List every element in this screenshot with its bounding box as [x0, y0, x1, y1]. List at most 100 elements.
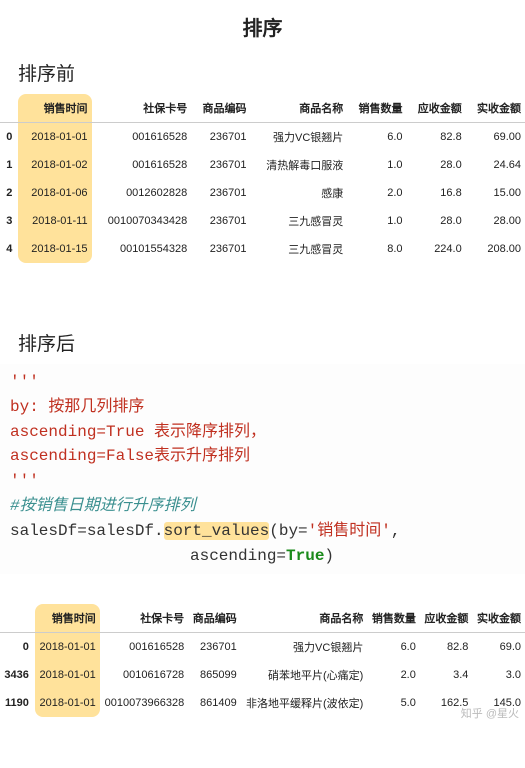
cell-card: 001616528	[92, 123, 192, 152]
cell-qty: 6.0	[367, 633, 420, 662]
cell-card: 00101554328	[92, 235, 192, 263]
code-docstring-open: '''	[10, 373, 39, 391]
cell-qty: 2.0	[367, 661, 420, 689]
cell-time: 2018-01-15	[18, 235, 91, 263]
col-index	[0, 604, 35, 633]
cell-code: 236701	[188, 633, 241, 662]
cell-idx: 3	[0, 207, 18, 235]
cell-paid: 24.64	[466, 151, 525, 179]
cell-due: 224.0	[407, 235, 466, 263]
section-after-title: 排序后	[18, 329, 525, 356]
col-code: 商品编码	[188, 604, 241, 633]
cell-name: 三九感冒灵	[250, 235, 347, 263]
col-time: 销售时间	[35, 604, 100, 633]
cell-paid: 69.00	[466, 123, 525, 152]
cell-code: 865099	[188, 661, 241, 689]
table-row: 32018-01-110010070343428236701三九感冒灵1.028…	[0, 207, 525, 235]
cell-code: 236701	[191, 151, 250, 179]
table-row: 42018-01-1500101554328236701三九感冒灵8.0224.…	[0, 235, 525, 263]
table-row: 22018-01-060012602828236701感康2.016.815.0…	[0, 179, 525, 207]
cell-paid: 208.00	[466, 235, 525, 263]
cell-card: 001616528	[92, 151, 192, 179]
table-before: 销售时间 社保卡号 商品编码 商品名称 销售数量 应收金额 实收金额 02018…	[0, 94, 525, 263]
code-line-by: by: 按那几列排序	[10, 398, 144, 416]
col-due: 应收金额	[407, 94, 466, 123]
cell-paid: 28.00	[466, 207, 525, 235]
code-ascending-kw: ascending=	[190, 547, 286, 565]
cell-paid: 69.0	[472, 633, 525, 662]
cell-due: 3.4	[420, 661, 473, 689]
cell-code: 236701	[191, 235, 250, 263]
watermark: 知乎 @星火	[0, 705, 519, 721]
cell-qty: 1.0	[347, 151, 406, 179]
code-paren-open: (by=	[269, 522, 307, 540]
col-qty: 销售数量	[367, 604, 420, 633]
col-due: 应收金额	[420, 604, 473, 633]
code-comment: #按销售日期进行升序排列	[10, 497, 196, 515]
cell-due: 16.8	[407, 179, 466, 207]
cell-idx: 0	[0, 123, 18, 152]
cell-due: 82.8	[407, 123, 466, 152]
cell-code: 236701	[191, 123, 250, 152]
code-paren-close: )	[324, 547, 334, 565]
cell-card: 0010070343428	[92, 207, 192, 235]
table-row: 34362018-01-010010616728865099硝苯地平片(心痛定)…	[0, 661, 525, 689]
cell-name: 硝苯地平片(心痛定)	[241, 661, 368, 689]
col-name: 商品名称	[250, 94, 347, 123]
cell-idx: 3436	[0, 661, 35, 689]
code-line-asc-true-b: 表示降序排列，	[154, 423, 266, 441]
col-qty: 销售数量	[347, 94, 406, 123]
code-line-asc-false-a: ascending=False	[10, 447, 154, 465]
col-code: 商品编码	[191, 94, 250, 123]
table-header-row: 销售时间 社保卡号 商品编码 商品名称 销售数量 应收金额 实收金额	[0, 604, 525, 633]
cell-name: 感康	[250, 179, 347, 207]
code-line-asc-false-b: 表示升序排列	[154, 447, 250, 465]
code-line-asc-true-a: ascending=True	[10, 423, 154, 441]
cell-due: 82.8	[420, 633, 473, 662]
code-block: ''' by: 按那几列排序 ascending=True 表示降序排列， as…	[0, 364, 525, 574]
col-paid: 实收金额	[472, 604, 525, 633]
table-header-row: 销售时间 社保卡号 商品编码 商品名称 销售数量 应收金额 实收金额	[0, 94, 525, 123]
cell-name: 强力VC银翘片	[250, 123, 347, 152]
table-row: 02018-01-01001616528236701强力VC银翘片6.082.8…	[0, 633, 525, 662]
col-time: 销售时间	[18, 94, 91, 123]
code-docstring-close: '''	[10, 472, 39, 490]
cell-qty: 1.0	[347, 207, 406, 235]
code-comma: ,	[391, 522, 401, 540]
code-assign: salesDf=salesDf.	[10, 522, 164, 540]
col-card: 社保卡号	[100, 604, 188, 633]
cell-idx: 0	[0, 633, 35, 662]
cell-code: 236701	[191, 207, 250, 235]
cell-card: 0010616728	[100, 661, 188, 689]
code-sort-values: sort_values	[164, 522, 270, 540]
cell-idx: 1	[0, 151, 18, 179]
col-card: 社保卡号	[92, 94, 192, 123]
cell-name: 三九感冒灵	[250, 207, 347, 235]
col-name: 商品名称	[241, 604, 368, 633]
col-index	[0, 94, 18, 123]
cell-name: 强力VC银翘片	[241, 633, 368, 662]
cell-due: 28.0	[407, 207, 466, 235]
cell-name: 清热解毒口服液	[250, 151, 347, 179]
cell-time: 2018-01-01	[35, 661, 100, 689]
cell-time: 2018-01-02	[18, 151, 91, 179]
page-title: 排序	[0, 12, 525, 41]
col-paid: 实收金额	[466, 94, 525, 123]
cell-time: 2018-01-11	[18, 207, 91, 235]
cell-code: 236701	[191, 179, 250, 207]
table-row: 12018-01-02001616528236701清热解毒口服液1.028.0…	[0, 151, 525, 179]
cell-idx: 2	[0, 179, 18, 207]
section-before-title: 排序前	[18, 59, 525, 86]
cell-qty: 8.0	[347, 235, 406, 263]
cell-card: 0012602828	[92, 179, 192, 207]
cell-paid: 15.00	[466, 179, 525, 207]
cell-time: 2018-01-06	[18, 179, 91, 207]
cell-time: 2018-01-01	[18, 123, 91, 152]
cell-idx: 4	[0, 235, 18, 263]
cell-qty: 6.0	[347, 123, 406, 152]
code-by-arg: '销售时间'	[308, 522, 391, 540]
cell-card: 001616528	[100, 633, 188, 662]
cell-paid: 3.0	[472, 661, 525, 689]
table-after: 销售时间 社保卡号 商品编码 商品名称 销售数量 应收金额 实收金额 02018…	[0, 604, 525, 717]
cell-qty: 2.0	[347, 179, 406, 207]
